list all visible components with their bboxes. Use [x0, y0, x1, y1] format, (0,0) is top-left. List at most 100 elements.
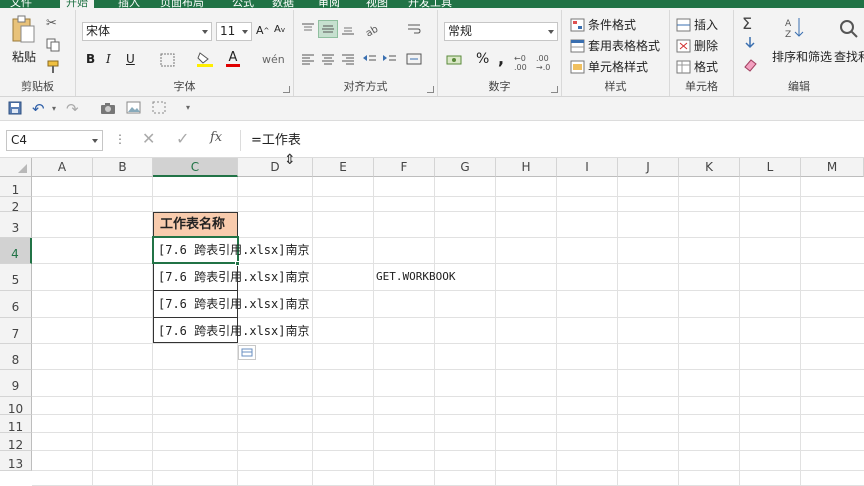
increase-font-icon[interactable]: A ^ [256, 24, 269, 37]
wrap-text-icon[interactable] [406, 22, 422, 36]
row-header-5[interactable]: 5 [0, 264, 32, 291]
column-header-c[interactable]: C [153, 158, 238, 177]
select-all-corner[interactable] [0, 158, 32, 177]
column-header-g[interactable]: G [435, 158, 496, 177]
column-header-d[interactable]: D [238, 158, 313, 177]
delete-cells-button[interactable]: 删除 [676, 37, 718, 54]
name-box[interactable]: C4 [6, 130, 103, 151]
align-center-icon[interactable] [320, 52, 336, 66]
align-middle-icon[interactable] [318, 20, 338, 38]
tab-data[interactable]: 数据 [272, 0, 294, 9]
borders-icon[interactable] [160, 53, 176, 67]
quick-analysis-icon[interactable] [238, 345, 256, 360]
row-header-8[interactable]: 8 [0, 344, 32, 370]
row-header-4[interactable]: 4 [0, 238, 32, 264]
cell-c7[interactable]: [7.6 跨表引用.xlsx]南京 [158, 318, 309, 344]
image-icon[interactable] [126, 101, 142, 115]
number-format-select[interactable]: 常规 [444, 22, 558, 41]
column-header-i[interactable]: I [557, 158, 618, 177]
row-header-9[interactable]: 9 [0, 370, 32, 397]
align-right-icon[interactable] [340, 52, 356, 66]
row-header-11[interactable]: 11 [0, 415, 32, 434]
more-options-icon[interactable]: ⋮ [114, 132, 126, 146]
row-header-12[interactable]: 12 [0, 433, 32, 452]
column-header-h[interactable]: H [496, 158, 557, 177]
decrease-indent-icon[interactable] [362, 52, 378, 66]
bold-button[interactable]: B [86, 52, 95, 66]
fill-icon[interactable] [742, 36, 758, 50]
row-header-7[interactable]: 7 [0, 318, 32, 344]
cut-icon[interactable]: ✂ [46, 16, 62, 31]
redo-icon[interactable]: ↷ [66, 100, 79, 118]
phonetic-icon[interactable]: wén [262, 53, 285, 66]
align-top-icon[interactable] [300, 22, 316, 36]
column-header-e[interactable]: E [313, 158, 374, 177]
save-icon[interactable] [8, 101, 22, 115]
underline-button[interactable]: U [126, 52, 135, 66]
font-name-select[interactable]: 宋体 [82, 22, 212, 41]
row-header-3[interactable]: 3 [0, 212, 32, 238]
cell-c5[interactable]: [7.6 跨表引用.xlsx]南京 [158, 264, 309, 290]
copy-icon[interactable] [46, 38, 62, 52]
tab-insert[interactable]: 插入 [118, 0, 140, 9]
tab-file[interactable]: 文件 [10, 0, 32, 9]
clear-icon[interactable] [742, 58, 758, 72]
find-select-icon[interactable] [838, 18, 860, 40]
column-header-k[interactable]: K [679, 158, 740, 177]
insert-function-icon[interactable]: fx [210, 130, 222, 145]
font-dialog-launcher-icon[interactable] [283, 86, 290, 93]
cell-c6[interactable]: [7.6 跨表引用.xlsx]南京 [158, 291, 309, 317]
format-cells-button[interactable]: 格式 [676, 58, 718, 75]
row-header-6[interactable]: 6 [0, 291, 32, 318]
column-header-l[interactable]: L [740, 158, 801, 177]
tab-page-layout[interactable]: 页面布局 [160, 0, 204, 9]
cell-c4[interactable]: [7.6 跨表引用.xlsx]南京 [158, 237, 309, 263]
number-dialog-launcher-icon[interactable] [551, 86, 558, 93]
cell-styles-button[interactable]: 单元格样式 [570, 58, 648, 75]
autosum-icon[interactable]: Σ [742, 14, 752, 33]
row-header-10[interactable]: 10 [0, 397, 32, 416]
column-header-b[interactable]: B [93, 158, 153, 177]
worksheet-grid[interactable]: ABCDEFGHIJKLM 1 2 3 4 5 6 7 8 9 10 11 12 13 工作表名称 [7… [0, 152, 864, 486]
row-header-13[interactable]: 13 [0, 451, 32, 471]
column-header-m[interactable]: M [801, 158, 864, 177]
increase-decimal-icon[interactable]: ←0.00 [514, 54, 527, 72]
undo-dropdown-icon[interactable]: ▾ [52, 104, 56, 113]
cell-f5[interactable]: GET.WORKBOOK [376, 264, 455, 290]
alignment-dialog-launcher-icon[interactable] [427, 86, 434, 93]
italic-button[interactable]: I [106, 52, 111, 66]
currency-icon[interactable] [446, 53, 464, 67]
percent-button[interactable]: % [476, 51, 489, 67]
increase-indent-icon[interactable] [382, 52, 398, 66]
insert-cells-button[interactable]: 插入 [676, 16, 718, 33]
decrease-font-icon[interactable]: Av [274, 24, 285, 35]
sort-filter-button[interactable]: 排序和筛选 [772, 48, 832, 65]
customize-qat-icon[interactable]: ▾ [186, 103, 190, 112]
tab-formulas[interactable]: 公式 [232, 0, 254, 9]
tab-home[interactable]: 开始 [60, 0, 94, 9]
font-size-select[interactable]: 11 [216, 22, 252, 41]
tab-developer[interactable]: 开发工具 [408, 0, 452, 9]
tab-review[interactable]: 审阅 [318, 0, 340, 9]
cancel-icon[interactable]: ✕ [142, 129, 155, 148]
merge-center-icon[interactable] [406, 52, 422, 66]
tab-view[interactable]: 视图 [366, 0, 388, 9]
align-bottom-icon[interactable] [340, 22, 356, 36]
row-header-1[interactable]: 1 [0, 177, 32, 197]
column-header-a[interactable]: A [32, 158, 93, 177]
select-objects-icon[interactable] [152, 101, 168, 115]
row-header-2[interactable]: 2 [0, 197, 32, 214]
undo-icon[interactable]: ↶ [32, 100, 45, 118]
orientation-icon[interactable]: ab [364, 22, 382, 36]
format-painter-icon[interactable] [46, 60, 62, 74]
paste-icon[interactable] [10, 14, 38, 46]
column-header-f[interactable]: F [374, 158, 435, 177]
column-header-j[interactable]: J [618, 158, 679, 177]
font-color-icon[interactable]: A [226, 50, 240, 67]
camera-icon[interactable] [100, 101, 116, 115]
formula-input[interactable]: =工作表 [240, 130, 864, 151]
find-select-button[interactable]: 查找和 [834, 48, 864, 65]
sort-filter-icon[interactable]: AZ [784, 16, 806, 40]
paste-button[interactable]: 粘贴 [12, 48, 36, 65]
decrease-decimal-icon[interactable]: .00 →.0 [536, 54, 550, 72]
